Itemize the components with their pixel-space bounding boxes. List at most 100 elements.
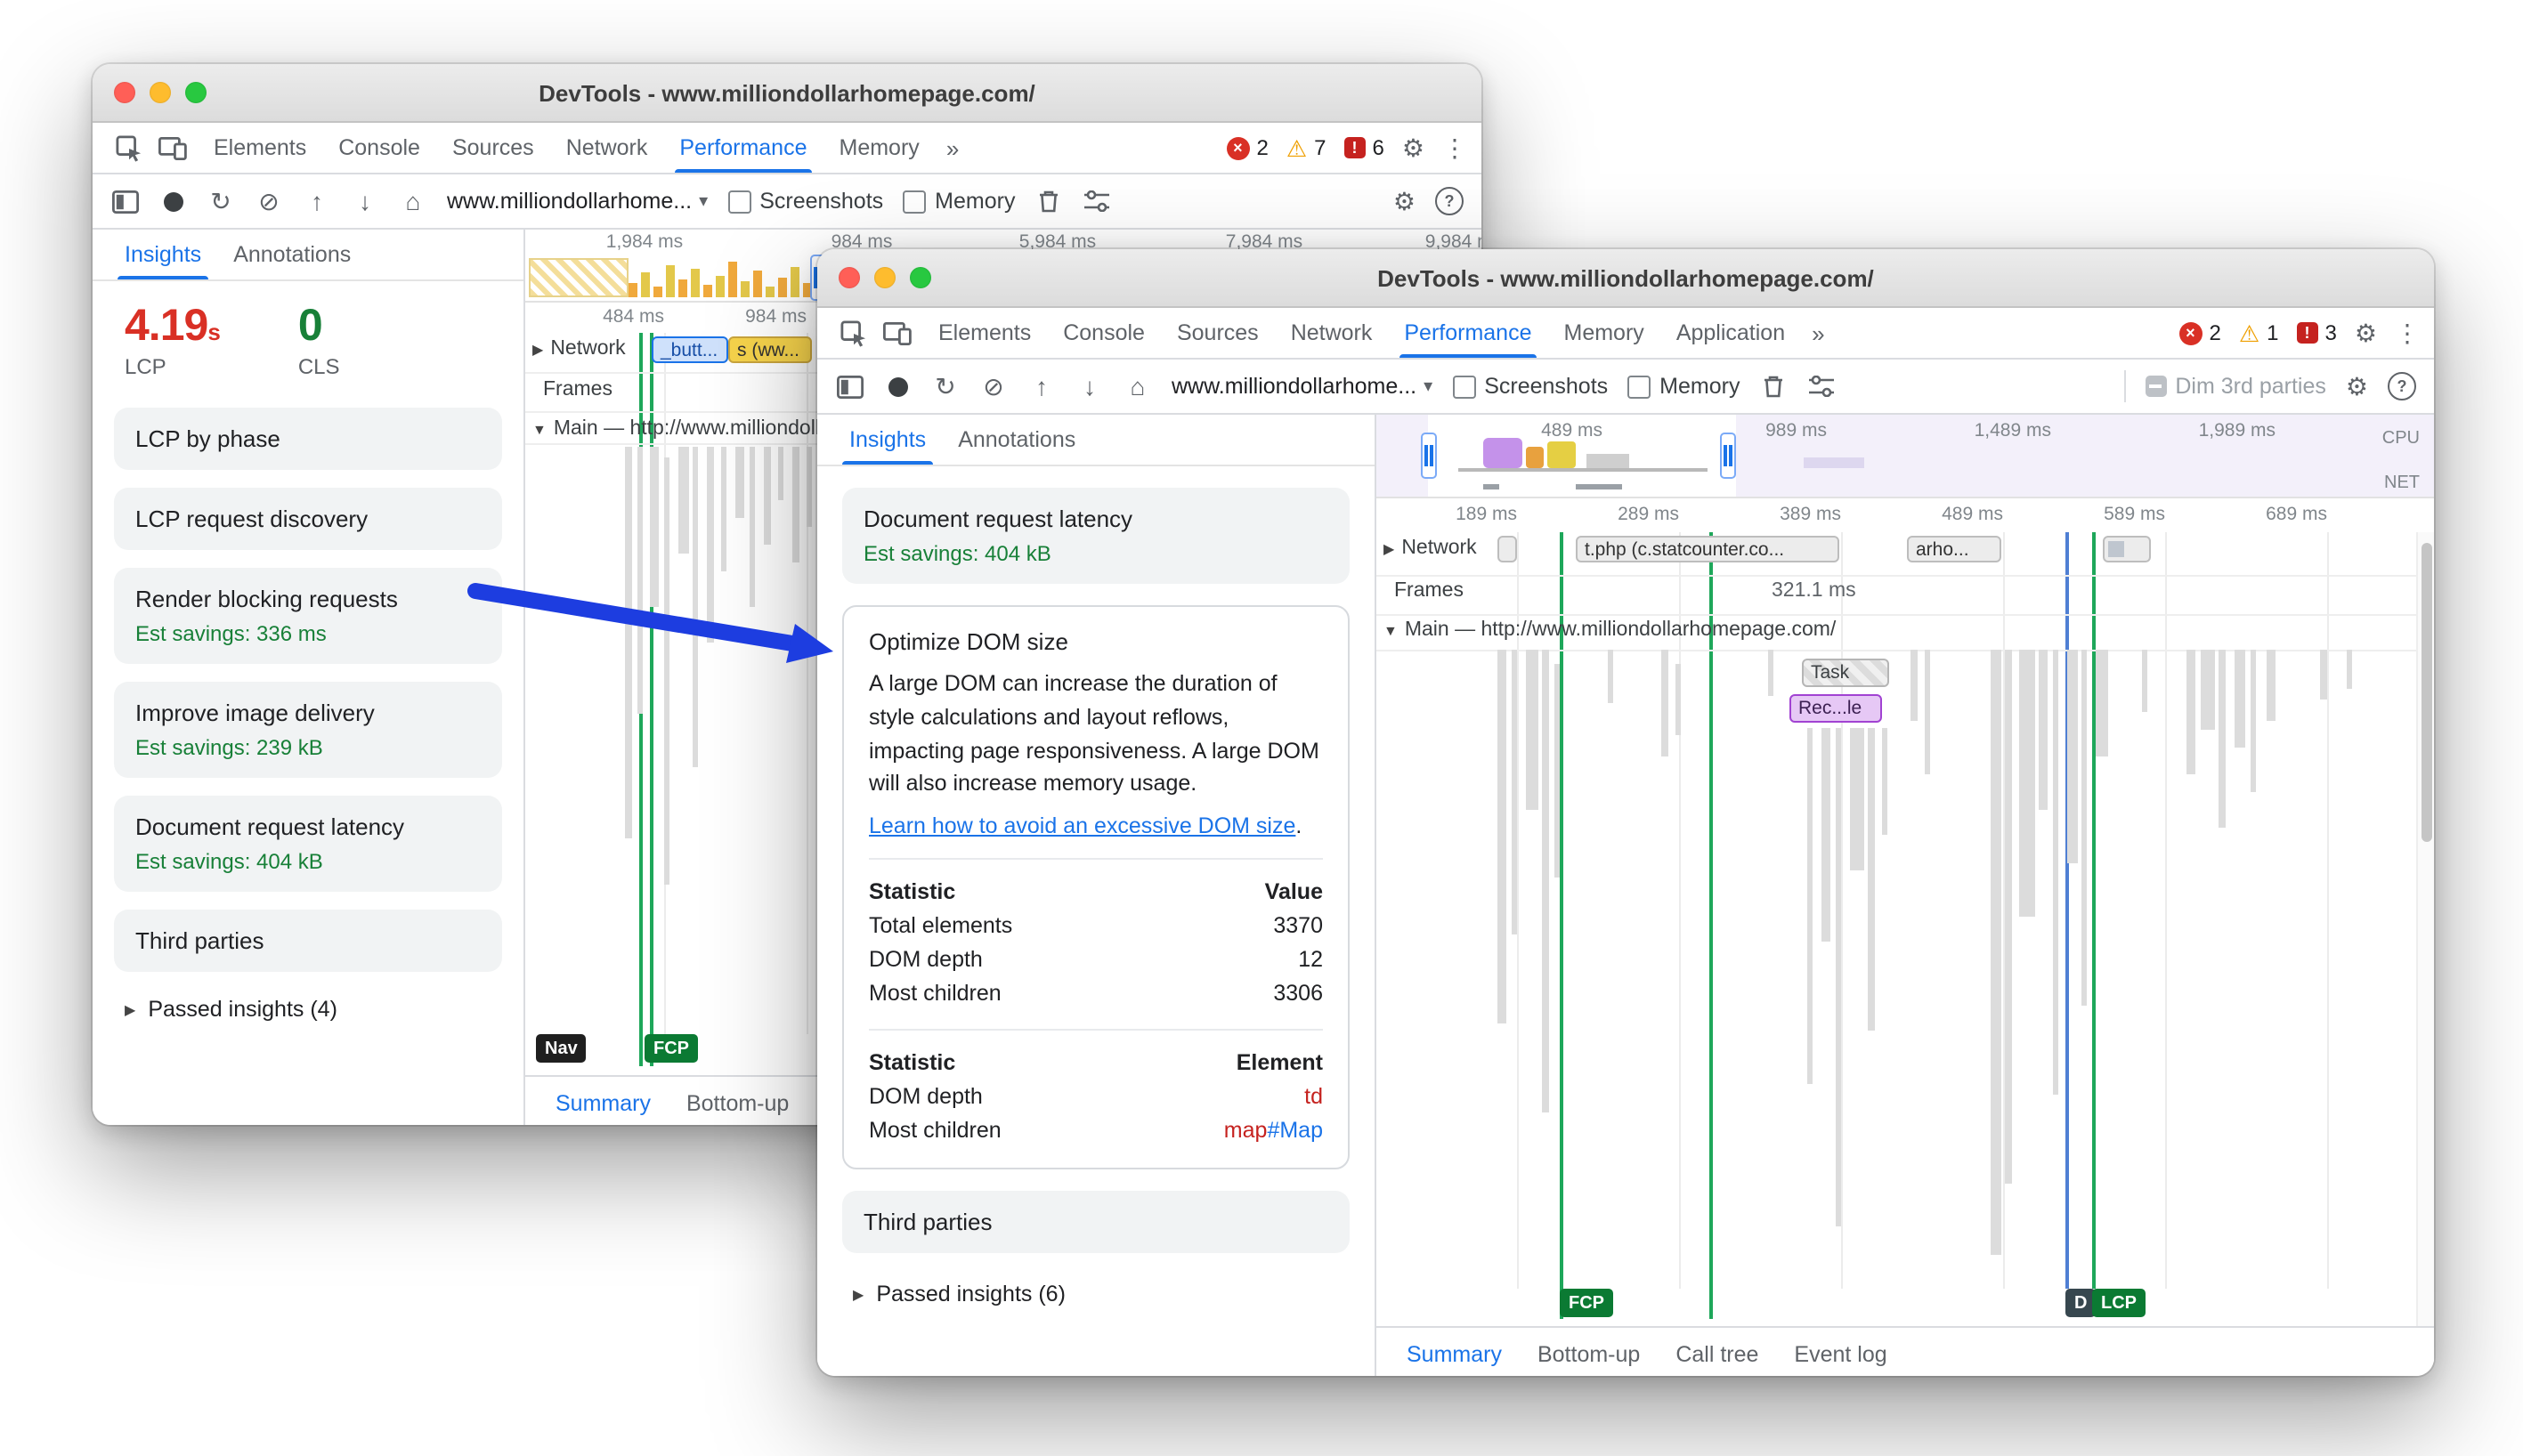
dom-size-doc-link[interactable]: Learn how to avoid an excessive DOM size <box>869 813 1295 838</box>
tab-elements[interactable]: Elements <box>922 308 1047 358</box>
tab-network[interactable]: Network <box>550 123 664 173</box>
issues-badge[interactable]: ! 6 <box>1343 135 1384 160</box>
zoom-button[interactable] <box>185 82 207 103</box>
error-badge[interactable]: × 2 <box>1226 135 1269 160</box>
tab-memory[interactable]: Memory <box>1548 308 1660 358</box>
tab-event-log[interactable]: Event log <box>1778 1328 1902 1376</box>
tab-sources[interactable]: Sources <box>1161 308 1275 358</box>
error-badge[interactable]: × 2 <box>2178 320 2221 345</box>
insight-card-image-delivery[interactable]: Improve image delivery Est savings: 239 … <box>114 682 502 779</box>
more-tabs-icon[interactable]: » <box>1801 308 1835 358</box>
insight-card-third-parties[interactable]: Third parties <box>842 1191 1350 1253</box>
history-select[interactable]: www.milliondollarhome... ▾ <box>447 189 708 214</box>
memory-checkbox[interactable] <box>1627 375 1651 398</box>
tab-performance[interactable]: Performance <box>1388 308 1547 358</box>
insight-card-doc-latency[interactable]: Document request latency Est savings: 40… <box>842 488 1350 584</box>
tab-summary[interactable]: Summary <box>539 1077 667 1125</box>
screenshots-checkbox-group[interactable]: Screenshots <box>727 189 883 214</box>
home-icon[interactable]: ⌂ <box>399 187 427 215</box>
tab-network[interactable]: Network <box>1275 308 1389 358</box>
tune-settings-icon[interactable] <box>1083 187 1111 215</box>
tab-call-tree[interactable]: Call tree <box>1659 1328 1774 1376</box>
fcp-marker-chip[interactable]: FCP <box>645 1034 698 1063</box>
lcp-marker-chip[interactable]: LCP <box>2092 1289 2146 1317</box>
screenshots-checkbox[interactable] <box>1452 375 1476 398</box>
titlebar[interactable]: DevTools - www.milliondollarhomepage.com… <box>817 249 2434 308</box>
insight-card-optimize-dom-size[interactable]: Optimize DOM size A large DOM can increa… <box>842 605 1350 1169</box>
inspect-element-icon[interactable] <box>839 319 867 347</box>
nav-marker-chip[interactable]: Nav <box>536 1034 587 1063</box>
tune-settings-icon[interactable] <box>1807 372 1836 400</box>
home-icon[interactable]: ⌂ <box>1124 372 1152 400</box>
help-icon[interactable]: ? <box>2388 372 2416 400</box>
clear-icon[interactable]: ⊘ <box>255 187 283 215</box>
issues-badge[interactable]: ! 3 <box>2296 320 2337 345</box>
upload-profile-icon[interactable]: ↑ <box>303 187 331 215</box>
element-link[interactable]: td <box>1304 1083 1323 1108</box>
insight-card-render-blocking[interactable]: Render blocking requests Est savings: 33… <box>114 568 502 665</box>
record-button[interactable] <box>883 372 912 400</box>
tab-annotations[interactable]: Annotations <box>944 415 1090 465</box>
warning-badge[interactable]: ⚠ 1 <box>2239 320 2279 345</box>
dim-3rd-parties-toggle[interactable]: Dim 3rd parties <box>2145 374 2326 399</box>
insight-card-third-parties[interactable]: Third parties <box>114 910 502 973</box>
device-toolbar-icon[interactable] <box>883 319 912 347</box>
dim-3rd-parties-checkbox[interactable] <box>2145 376 2167 397</box>
help-icon[interactable]: ? <box>1435 187 1464 215</box>
tab-insights[interactable]: Insights <box>835 415 940 465</box>
close-button[interactable] <box>839 267 860 288</box>
settings-gear-icon[interactable]: ⚙ <box>1402 135 1424 160</box>
kebab-menu-icon[interactable]: ⋮ <box>2395 320 2420 345</box>
element-link[interactable]: map <box>1224 1117 1268 1142</box>
scrollbar-track[interactable] <box>2416 532 2434 1326</box>
tab-insights[interactable]: Insights <box>110 230 215 279</box>
device-toolbar-icon[interactable] <box>158 133 187 162</box>
tab-sources[interactable]: Sources <box>436 123 550 173</box>
settings-gear-icon[interactable]: ⚙ <box>2355 320 2377 345</box>
tab-annotations[interactable]: Annotations <box>219 230 365 279</box>
tab-performance[interactable]: Performance <box>663 123 823 173</box>
warning-badge[interactable]: ⚠ 7 <box>1286 135 1326 160</box>
insight-card-doc-latency[interactable]: Document request latency Est savings: 40… <box>114 796 502 893</box>
garbage-collect-icon[interactable] <box>1034 187 1063 215</box>
tab-console[interactable]: Console <box>1047 308 1161 358</box>
insight-card-lcp-request-discovery[interactable]: LCP request discovery <box>114 488 502 551</box>
task-chip[interactable]: Task <box>1802 659 1889 687</box>
tab-summary[interactable]: Summary <box>1391 1328 1518 1376</box>
clear-icon[interactable]: ⊘ <box>979 372 1008 400</box>
close-button[interactable] <box>114 82 135 103</box>
capture-settings-gear-icon[interactable]: ⚙ <box>1393 189 1416 214</box>
titlebar[interactable]: DevTools - www.milliondollarhomepage.com… <box>93 64 1481 123</box>
dock-panel-icon[interactable] <box>835 372 864 400</box>
tab-bottom-up[interactable]: Bottom-up <box>670 1077 805 1125</box>
kebab-menu-icon[interactable]: ⋮ <box>1442 135 1467 160</box>
garbage-collect-icon[interactable] <box>1759 372 1788 400</box>
minimize-button[interactable] <box>150 82 171 103</box>
lcp-metric[interactable]: 4.19s LCP <box>125 303 221 380</box>
memory-checkbox-group[interactable]: Memory <box>903 189 1015 214</box>
tab-console[interactable]: Console <box>322 123 436 173</box>
record-button[interactable] <box>158 187 187 215</box>
fcp-marker-chip[interactable]: FCP <box>1560 1289 1613 1317</box>
memory-checkbox-group[interactable]: Memory <box>1627 374 1740 399</box>
download-profile-icon[interactable]: ↓ <box>351 187 379 215</box>
tab-bottom-up[interactable]: Bottom-up <box>1521 1328 1656 1376</box>
reload-record-icon[interactable]: ↻ <box>931 372 960 400</box>
zoom-button[interactable] <box>910 267 931 288</box>
passed-insights-toggle[interactable]: ▶ Passed insights (6) <box>842 1274 1350 1314</box>
reload-record-icon[interactable]: ↻ <box>207 187 235 215</box>
element-id-link[interactable]: #Map <box>1267 1117 1323 1142</box>
inspect-element-icon[interactable] <box>114 133 142 162</box>
passed-insights-toggle[interactable]: ▶ Passed insights (4) <box>114 991 502 1030</box>
capture-settings-gear-icon[interactable]: ⚙ <box>2346 374 2368 399</box>
tab-memory[interactable]: Memory <box>823 123 936 173</box>
cls-metric[interactable]: 0 CLS <box>298 302 340 379</box>
download-profile-icon[interactable]: ↓ <box>1075 372 1104 400</box>
history-select[interactable]: www.milliondollarhome... ▾ <box>1172 374 1432 399</box>
screenshots-checkbox[interactable] <box>727 190 751 213</box>
more-tabs-icon[interactable]: » <box>936 123 969 173</box>
scrollbar-thumb[interactable] <box>2422 543 2432 842</box>
insight-card-lcp-by-phase[interactable]: LCP by phase <box>114 408 502 471</box>
upload-profile-icon[interactable]: ↑ <box>1027 372 1056 400</box>
recalculate-style-chip[interactable]: Rec...le <box>1789 694 1882 723</box>
